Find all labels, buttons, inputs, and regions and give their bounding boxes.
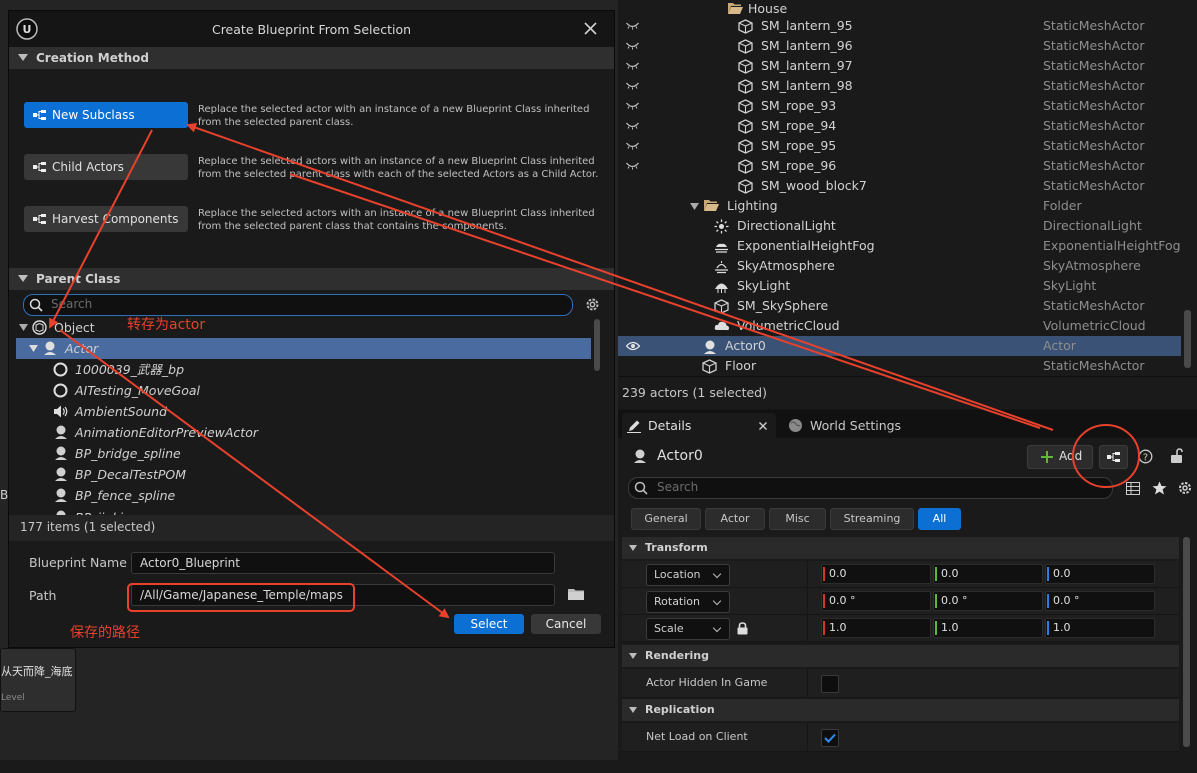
highlight-circle (1072, 424, 1140, 488)
annotation-save-path: 保存的路径 (70, 625, 140, 641)
path-highlight-box (127, 583, 355, 612)
annotation-to-actor: 转存为actor (127, 317, 206, 333)
arrow-subclass-to-actor (49, 129, 153, 329)
arrow-actor-to-child (289, 173, 1041, 429)
arrow-to-new-subclass (186, 122, 1054, 431)
arrow-to-select-button (59, 329, 450, 619)
annotation-overlay (49, 122, 1140, 619)
